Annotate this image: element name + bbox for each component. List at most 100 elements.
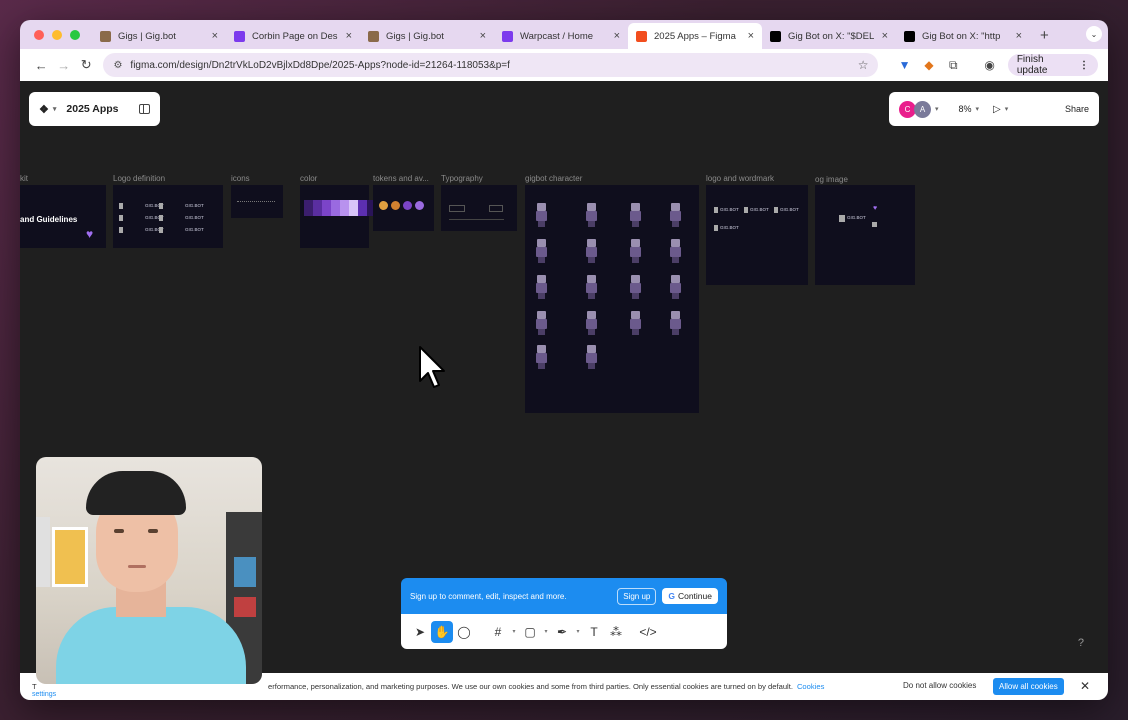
tab-0[interactable]: Gigs | Gig.bot × <box>92 23 226 49</box>
frame-label-gigbot-character[interactable]: gigbot character <box>525 174 582 183</box>
tab-6[interactable]: Gig Bot on X: "http × <box>896 23 1030 49</box>
frame-og-image[interactable]: GIG.BOT ♥ <box>815 185 915 285</box>
minimize-window-button[interactable] <box>52 30 62 40</box>
metamask-fox-icon[interactable]: ◆ <box>917 58 941 72</box>
avatar[interactable]: A <box>914 100 931 118</box>
chevron-down-icon[interactable]: ▾ <box>976 105 980 113</box>
close-tab-icon[interactable]: × <box>882 30 888 42</box>
maximize-window-button[interactable] <box>70 30 80 40</box>
frame-label-kit[interactable]: kit <box>20 174 28 183</box>
close-tab-icon[interactable]: × <box>614 30 620 42</box>
frame-label-logo-wordmark[interactable]: logo and wordmark <box>706 174 774 183</box>
close-tab-icon[interactable]: × <box>1016 30 1022 42</box>
allow-cookies-button[interactable]: Allow all cookies <box>993 678 1064 695</box>
gigbot-character <box>629 311 641 335</box>
frame-label-logo-definition[interactable]: Logo definition <box>113 174 165 183</box>
tab-search-icon[interactable]: ⌄ <box>1086 26 1102 42</box>
frame-label-color[interactable]: color <box>300 174 317 183</box>
chevron-down-icon[interactable]: ▾ <box>573 628 583 635</box>
tab-2[interactable]: Gigs | Gig.bot × <box>360 23 494 49</box>
chevron-down-icon: ▾ <box>52 106 57 113</box>
frame-label-typography[interactable]: Typography <box>441 174 483 183</box>
frame-kit[interactable]: and Guidelines ♥ <box>20 185 106 248</box>
figma-logo-icon[interactable]: ❖ <box>39 103 49 116</box>
continue-label: Continue <box>677 591 712 601</box>
frame-tokens[interactable] <box>373 185 434 231</box>
frame-logo-definition[interactable]: GIG.BOT GIG.BOT GIG.BOT GIG.BOT GIG.BOT GIG.B… <box>113 185 223 248</box>
frame-label-icons[interactable]: icons <box>231 174 250 183</box>
color-swatch <box>322 200 331 216</box>
tab-4[interactable]: 2025 Apps – Figma × <box>628 23 762 49</box>
back-button[interactable]: ← <box>30 58 52 73</box>
deny-cookies-button[interactable]: Do not allow cookies <box>903 681 976 690</box>
comment-tool-icon[interactable]: ◯ <box>453 621 475 643</box>
frame-color[interactable] <box>300 185 376 248</box>
bookmark-star-icon[interactable]: ☆ <box>858 58 869 72</box>
zoom-level[interactable]: 8% <box>959 104 972 114</box>
cookie-text: erformance, personalization, and marketi… <box>268 682 824 691</box>
chevron-down-icon[interactable]: ▾ <box>935 105 939 113</box>
sidebar-toggle-icon[interactable] <box>139 104 150 114</box>
reload-button[interactable]: ↻ <box>75 57 97 73</box>
cookie-settings-link[interactable]: settings <box>32 691 56 698</box>
close-icon[interactable]: ✕ <box>1080 679 1090 693</box>
tab-label: Gig Bot on X: "http <box>922 30 1001 42</box>
token-avatar <box>379 201 388 210</box>
signup-button[interactable]: Sign up <box>617 587 657 605</box>
text-tool-icon[interactable]: T <box>583 621 605 643</box>
url-text[interactable]: figma.com/design/Dn2trVkLoD2vBjlxDd8Dpe/… <box>130 60 857 71</box>
frame-tool-icon[interactable]: # <box>487 621 509 643</box>
bot-mark-icon <box>714 207 718 213</box>
address-bar[interactable]: ⚙ figma.com/design/Dn2trVkLoD2vBjlxDd8Dp… <box>103 53 879 77</box>
og-wordmark: GIG.BOT <box>847 215 866 220</box>
file-menu[interactable]: ❖ ▾ 2025 Apps <box>29 92 160 126</box>
rectangle-tool-icon[interactable]: ▢ <box>519 621 541 643</box>
tab-1[interactable]: Corbin Page on Des × <box>226 23 360 49</box>
extensions-puzzle-icon[interactable]: ⧉ <box>941 58 965 73</box>
close-tab-icon[interactable]: × <box>480 30 486 42</box>
frame-label-og-image[interactable]: og image <box>815 175 848 184</box>
bot-mark-icon <box>714 225 718 231</box>
frame-gigbot-character[interactable] <box>525 185 699 413</box>
close-tab-icon[interactable]: × <box>346 30 352 42</box>
chevron-down-icon[interactable]: ▾ <box>509 628 519 635</box>
move-tool-icon[interactable]: ➤ <box>409 621 431 643</box>
chevron-down-icon[interactable]: ▾ <box>541 628 551 635</box>
frame-typography[interactable] <box>441 185 517 231</box>
frame-icons[interactable] <box>231 185 283 218</box>
wordmark-sample: GIG.BOT <box>720 225 739 230</box>
finish-update-button[interactable]: Finish update ⋮ <box>1007 54 1098 76</box>
share-button[interactable]: Share <box>1065 104 1089 114</box>
close-tab-icon[interactable]: × <box>212 30 218 42</box>
tab-3[interactable]: Warpcast / Home × <box>494 23 628 49</box>
site-settings-icon[interactable]: ⚙ <box>113 60 122 71</box>
pen-tool-icon[interactable]: ✒ <box>551 621 573 643</box>
dev-mode-icon[interactable]: </> <box>637 621 659 643</box>
file-name[interactable]: 2025 Apps <box>66 103 118 115</box>
extension-v-icon[interactable]: ▼ <box>892 58 916 72</box>
webcam-overlay <box>36 457 262 684</box>
forward-button[interactable]: → <box>52 58 74 73</box>
close-window-button[interactable] <box>34 30 44 40</box>
tab-5[interactable]: Gig Bot on X: "$DEL × <box>762 23 896 49</box>
cookies-link[interactable]: Cookies <box>797 682 824 691</box>
gigbot-character <box>585 239 597 263</box>
present-play-icon[interactable]: ▷ <box>993 104 1001 115</box>
close-tab-icon[interactable]: × <box>748 30 754 42</box>
new-tab-button[interactable]: + <box>1030 27 1059 49</box>
frame-label-tokens[interactable]: tokens and av... <box>373 174 429 183</box>
profile-icon[interactable]: ◉ <box>977 58 1001 72</box>
frame-logo-wordmark[interactable]: GIG.BOT GIG.BOT GIG.BOT GIG.BOT <box>706 185 808 285</box>
google-icon: G <box>668 591 675 601</box>
tab-bar: Gigs | Gig.bot × Corbin Page on Des × Gigs |… <box>20 20 1108 49</box>
chevron-down-icon[interactable]: ▾ <box>1005 105 1009 113</box>
resources-tool-icon[interactable]: ⁂ <box>605 621 627 643</box>
help-button[interactable]: ? <box>1078 637 1084 649</box>
continue-with-google-button[interactable]: G Continue <box>662 588 718 604</box>
hand-tool-icon[interactable]: ✋ <box>431 620 453 643</box>
window-controls <box>20 30 92 49</box>
logo-sample: GIG.BOT <box>185 227 204 232</box>
book <box>234 557 256 587</box>
token-avatar <box>391 201 400 210</box>
gigbot-character <box>585 203 597 227</box>
